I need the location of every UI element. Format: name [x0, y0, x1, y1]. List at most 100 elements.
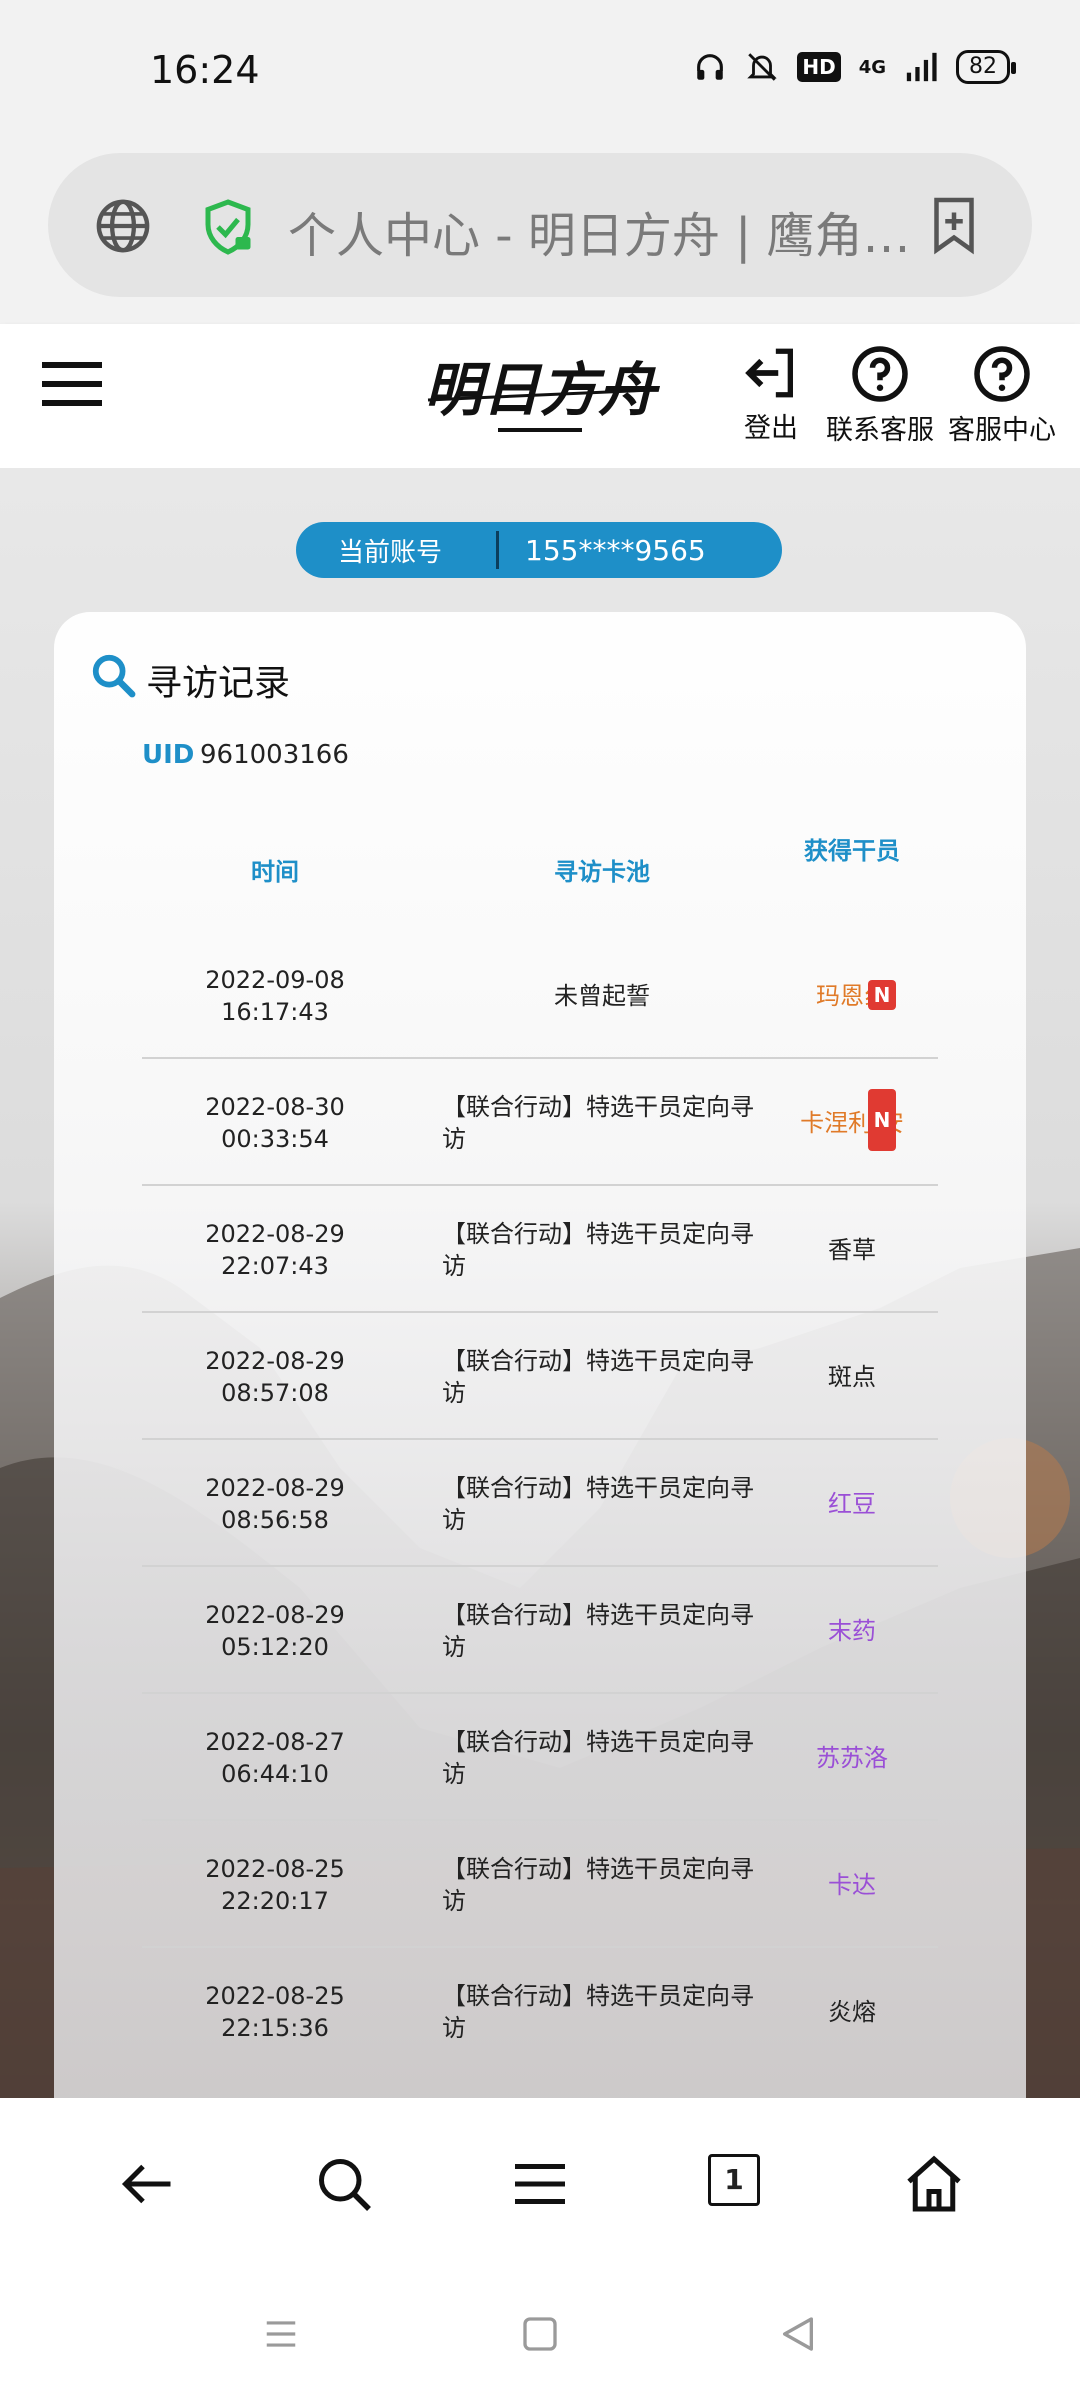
record-time: 2022-08-25 22:20:17 [142, 1853, 408, 1917]
record-date: 2022-08-29 [205, 1473, 345, 1502]
record-pool: 【联合行动】特选干员定向寻访 [442, 1600, 754, 1661]
record-time: 2022-08-25 22:15:36 [142, 1980, 408, 2044]
battery-icon: 82 [956, 50, 1016, 84]
record-clock: 05:12:20 [221, 1632, 329, 1661]
record-pool: 【联合行动】特选干员定向寻访 [442, 1219, 754, 1280]
record-clock: 06:44:10 [221, 1759, 329, 1788]
gacha-records-card: 寻访记录 UID 961003166 时间 寻访卡池 获得干员 2022-09-… [54, 612, 1026, 2098]
logout-icon [745, 348, 793, 398]
hamburger-menu-icon[interactable] [42, 356, 102, 412]
network-type: 4G [858, 56, 886, 78]
column-header-pool: 寻访卡池 [554, 858, 650, 886]
current-account-pill: 当前账号 155****9565 [296, 522, 782, 578]
table-row: 2022-08-29 22:07:43 【联合行动】特选干员定向寻访 香草 [142, 1186, 938, 1313]
record-date: 2022-08-30 [205, 1092, 345, 1121]
record-operator: 炎熔 [828, 1997, 876, 2026]
signal-icon [906, 52, 937, 82]
table-row: 2022-08-30 00:33:54 【联合行动】特选干员定向寻访 卡涅利 安N [142, 1059, 938, 1186]
record-clock: 08:57:08 [221, 1378, 329, 1407]
records-heading: 寻访记录 [146, 663, 291, 704]
table-row: 2022-09-08 16:17:43 未曾起誓 玛恩纟 N [142, 932, 938, 1059]
site-header: 明日方舟 登出 联系客服 客服中心 [0, 324, 1080, 468]
tabs-button[interactable]: 1 [708, 2154, 760, 2206]
record-operator: 苏苏洛 [816, 1743, 888, 1772]
hd-icon: HD [797, 52, 841, 82]
record-operator: 斑点 [828, 1362, 876, 1391]
table-row: 2022-08-25 22:20:17 【联合行动】特选干员定向寻访 卡达 [142, 1821, 938, 1948]
back-icon[interactable] [118, 2154, 178, 2214]
record-clock: 08:56:58 [221, 1505, 329, 1534]
status-icons: HD 4G 82 [693, 50, 1016, 84]
logout-label: 登出 [744, 413, 798, 444]
record-pool: 【联合行动】特选干员定向寻访 [442, 1981, 754, 2042]
record-clock: 00:33:54 [221, 1124, 329, 1153]
record-operator: 末药 [828, 1616, 876, 1645]
arknights-logo[interactable]: 明日方舟 [420, 344, 661, 444]
question-icon [974, 346, 1030, 402]
recent-apps-icon[interactable] [262, 2312, 300, 2356]
record-pool: 【联合行动】特选干员定向寻访 [442, 1854, 754, 1915]
table-row: 2022-08-29 08:57:08 【联合行动】特选干员定向寻访 斑点 [142, 1313, 938, 1440]
new-badge: N [868, 1089, 896, 1151]
add-bookmark-icon[interactable] [924, 193, 984, 257]
record-date: 2022-08-25 [205, 1854, 345, 1883]
logout-button[interactable]: 登出 [742, 344, 800, 445]
search-icon[interactable] [314, 2154, 374, 2214]
page-title[interactable]: 个人中心 - 明日方舟 | 鹰角… [288, 196, 928, 266]
globe-icon[interactable] [94, 197, 152, 255]
record-time: 2022-08-27 06:44:10 [142, 1726, 408, 1790]
record-operator: 卡达 [828, 1870, 876, 1899]
record-clock: 22:15:36 [221, 2013, 329, 2042]
record-date: 2022-08-29 [205, 1600, 345, 1629]
search-icon [92, 654, 136, 698]
contact-support-button[interactable]: 联系客服 [826, 344, 934, 447]
column-header-time: 时间 [251, 858, 299, 886]
home-icon[interactable] [520, 2312, 560, 2356]
current-account-label: 当前账号 [338, 537, 443, 568]
uid-value: 961003166 [200, 740, 349, 770]
record-clock: 22:07:43 [221, 1251, 329, 1280]
menu-icon[interactable] [510, 2154, 570, 2214]
uid-label: UID [142, 740, 195, 770]
record-clock: 22:20:17 [221, 1886, 329, 1915]
record-date: 2022-09-08 [205, 965, 345, 994]
record-pool: 【联合行动】特选干员定向寻访 [442, 1473, 754, 1534]
new-badge: N [868, 980, 896, 1010]
current-account-value: 155****9565 [525, 533, 706, 567]
record-date: 2022-08-29 [205, 1219, 345, 1248]
headphones-icon [697, 54, 724, 80]
table-row: 2022-08-27 06:44:10 【联合行动】特选干员定向寻访 苏苏洛 [142, 1694, 938, 1821]
record-time: 2022-09-08 16:17:43 [142, 964, 408, 1028]
home-icon[interactable] [902, 2154, 966, 2214]
divider [496, 531, 499, 569]
record-time: 2022-08-29 08:56:58 [142, 1472, 408, 1536]
record-operator: 红豆 [828, 1489, 876, 1518]
browser-toolbar: 1 [0, 2098, 1080, 2268]
record-clock: 16:17:43 [221, 997, 329, 1026]
system-navigation-bar [0, 2268, 1080, 2400]
column-header-operator: 获得干员 [804, 837, 900, 865]
secure-shield-icon[interactable] [198, 197, 258, 257]
record-date: 2022-08-27 [205, 1727, 345, 1756]
clock: 16:24 [150, 48, 260, 92]
record-time: 2022-08-29 08:57:08 [142, 1345, 408, 1409]
record-operator: 香草 [828, 1235, 876, 1264]
table-row: 2022-08-29 05:12:20 【联合行动】特选干员定向寻访 末药 [142, 1567, 938, 1694]
record-pool: 【联合行动】特选干员定向寻访 [442, 1092, 754, 1153]
back-icon[interactable] [778, 2312, 818, 2356]
contact-support-label: 联系客服 [826, 415, 934, 446]
address-bar[interactable]: 个人中心 - 明日方舟 | 鹰角… [48, 153, 1032, 297]
record-time: 2022-08-29 22:07:43 [142, 1218, 408, 1282]
table-row: 2022-08-29 08:56:58 【联合行动】特选干员定向寻访 红豆 [142, 1440, 938, 1567]
service-center-button[interactable]: 客服中心 [948, 344, 1056, 447]
question-icon [852, 346, 908, 402]
service-center-label: 客服中心 [948, 415, 1056, 446]
muted-bell-icon [747, 53, 778, 81]
record-date: 2022-08-29 [205, 1346, 345, 1375]
record-pool: 未曾起誓 [554, 981, 650, 1010]
status-bar: 16:24 HD 4G 82 [0, 0, 1080, 140]
record-time: 2022-08-30 00:33:54 [142, 1091, 408, 1155]
table-row: 2022-08-25 22:15:36 【联合行动】特选干员定向寻访 炎熔 [142, 1948, 938, 2075]
record-pool: 【联合行动】特选干员定向寻访 [442, 1727, 754, 1788]
record-date: 2022-08-25 [205, 1981, 345, 2010]
